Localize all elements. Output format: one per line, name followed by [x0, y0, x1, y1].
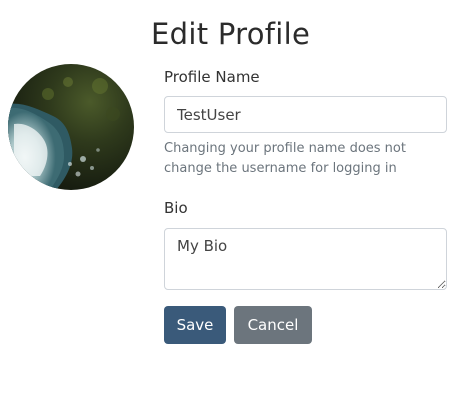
cancel-button[interactable]: Cancel [234, 306, 312, 344]
profile-name-input[interactable] [164, 96, 447, 133]
bio-textarea[interactable]: My Bio [164, 228, 447, 290]
profile-photo-image [8, 64, 134, 190]
profile-name-label: Profile Name [164, 68, 260, 86]
bio-label: Bio [164, 199, 188, 217]
profile-name-help-text: Changing your profile name does not chan… [164, 141, 406, 176]
save-button[interactable]: Save [164, 306, 226, 344]
profile-avatar[interactable] [8, 64, 134, 190]
page-title: Edit Profile [151, 17, 311, 51]
